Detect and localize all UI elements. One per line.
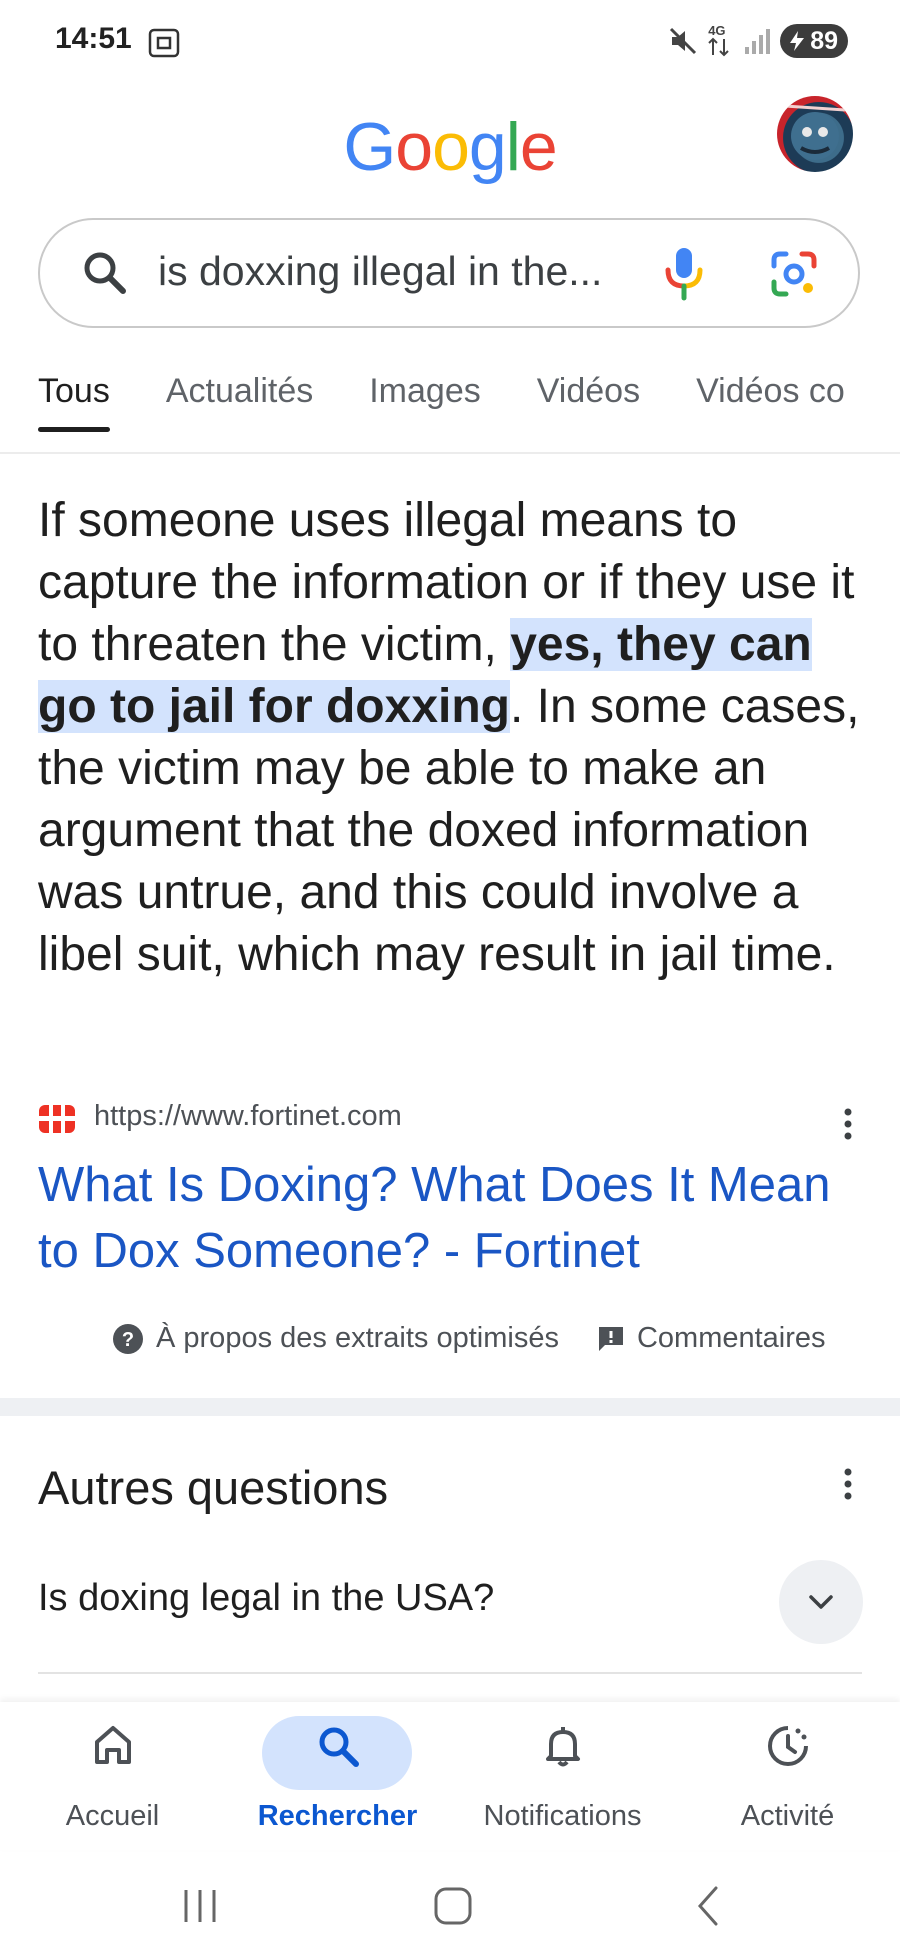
system-navigation-bar	[184, 1886, 718, 1926]
chevron-down-icon	[809, 1595, 833, 1609]
nav-notifications-label[interactable]: Notifications	[450, 1800, 675, 1833]
logo-letter: l	[505, 109, 521, 185]
search-tabs: Tous Actualités Images Vidéos Vidéos co	[38, 372, 845, 432]
logo-letter: e	[519, 109, 558, 185]
mute-icon	[670, 27, 697, 55]
snippet-footer: ? À propos des extraits optimisés Commen…	[112, 1322, 826, 1355]
microphone-icon[interactable]	[662, 246, 706, 302]
search-icon[interactable]	[80, 248, 128, 296]
battery-icon	[790, 31, 805, 51]
source-url[interactable]: https://www.fortinet.com	[94, 1100, 402, 1133]
tab-news[interactable]: Actualités	[166, 372, 313, 411]
avatar-image	[784, 104, 846, 160]
help-icon: ?	[113, 1323, 143, 1354]
status-icons: 4G 89	[668, 23, 848, 58]
about-snippets-link[interactable]: À propos des extraits optimisés	[156, 1322, 559, 1355]
related-questions-title: Autres questions	[38, 1461, 389, 1514]
nav-notifications[interactable]	[450, 1710, 675, 1775]
more-options-icon[interactable]	[838, 1466, 858, 1502]
logo-letters: Google	[343, 109, 558, 185]
signal-icon	[745, 29, 771, 54]
tab-videos[interactable]: Vidéos	[537, 372, 640, 411]
google-logo[interactable]: Google	[0, 108, 900, 186]
battery-level: 89	[810, 26, 838, 55]
nav-activity-label[interactable]: Activité	[675, 1800, 900, 1833]
feedback-link[interactable]: Commentaires	[637, 1322, 826, 1355]
recent-apps-icon	[184, 1890, 216, 1922]
feedback-icon	[598, 1326, 623, 1351]
network-icon: 4G	[708, 23, 734, 57]
tab-short-videos[interactable]: Vidéos co	[696, 372, 845, 411]
expand-question-button[interactable]	[779, 1560, 863, 1644]
section-divider	[0, 1398, 900, 1416]
related-question[interactable]: Is doxing legal in the USA?	[38, 1577, 494, 1620]
tab-images[interactable]: Images	[369, 372, 481, 411]
google-lens-icon[interactable]	[770, 250, 818, 298]
search-input[interactable]: is doxxing illegal in the...	[158, 248, 602, 295]
home-system-icon	[434, 1887, 472, 1925]
screenshot-icon	[148, 28, 180, 58]
logo-letter: o	[432, 109, 470, 185]
bell-icon	[545, 1727, 580, 1767]
nav-search-label[interactable]: Rechercher	[225, 1800, 450, 1833]
tab-all[interactable]: Tous	[38, 372, 110, 432]
nav-home[interactable]	[0, 1710, 225, 1775]
home-icon	[94, 1726, 131, 1764]
more-options-icon[interactable]	[838, 1106, 858, 1142]
logo-letter: G	[343, 109, 396, 185]
svg-text:?: ?	[122, 1329, 134, 1351]
nav-activity[interactable]	[675, 1710, 900, 1775]
nav-search[interactable]	[225, 1710, 450, 1775]
avatar[interactable]	[777, 96, 853, 172]
back-icon	[697, 1886, 718, 1926]
result-title-link[interactable]: What Is Doxing? What Does It Mean to Dox…	[38, 1152, 878, 1284]
status-time: 14:51	[55, 22, 132, 55]
question-divider	[38, 1672, 862, 1674]
network-label: 4G	[708, 23, 726, 38]
search-icon	[319, 1727, 359, 1767]
tabs-divider	[0, 452, 900, 454]
fortinet-favicon	[38, 1104, 76, 1134]
logo-letter: g	[468, 109, 507, 185]
featured-snippet-text: If someone uses illegal means to capture…	[38, 490, 868, 986]
battery-indicator: 89	[780, 24, 848, 58]
logo-letter: o	[395, 109, 433, 185]
activity-icon	[767, 1726, 808, 1766]
nav-home-label[interactable]: Accueil	[0, 1800, 225, 1833]
